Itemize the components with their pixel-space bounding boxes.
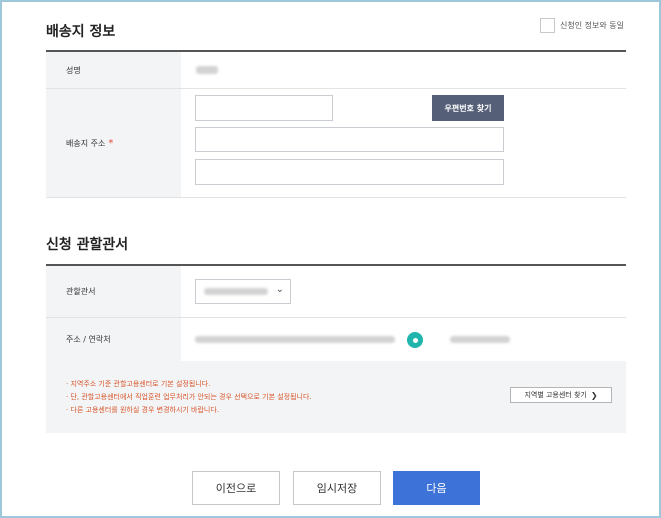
notice-line: · 지역주소 기준 관할고용센터로 기본 설정됩니다. <box>66 380 211 388</box>
required-mark: * <box>108 137 114 149</box>
next-button[interactable]: 다음 <box>393 471 480 505</box>
zipcode-input[interactable] <box>195 95 333 121</box>
zip-search-button[interactable]: 우편번호 찾기 <box>432 95 504 121</box>
office-row: 관할관서 <box>46 266 626 318</box>
notice-line: · 단, 관할고용센터에서 직업훈련 업무처리가 안되는 경우 선택으로 기본 … <box>66 393 312 401</box>
office-select-value-redacted <box>204 288 268 295</box>
shipping-section-title: 배송지 정보 <box>46 24 116 40</box>
same-as-applicant-checkbox[interactable]: 신청인 정보와 동일 <box>540 18 624 33</box>
name-label: 성명 <box>46 52 181 88</box>
office-phone-redacted <box>450 336 510 343</box>
temp-save-button[interactable]: 임시저장 <box>293 471 381 505</box>
name-value-redacted <box>196 66 218 74</box>
region-center-search-label: 지역별 고용센터 찾기 <box>524 391 587 399</box>
checkbox-box[interactable] <box>540 18 555 33</box>
notice-line: · 다른 고용센터를 원하실 경우 변경하시기 바랍니다. <box>66 406 220 414</box>
name-row: 성명 <box>46 52 626 89</box>
address-input[interactable] <box>195 127 504 152</box>
same-as-applicant-label: 신청인 정보와 동일 <box>560 21 624 30</box>
office-select[interactable]: ⌄ <box>195 279 291 304</box>
address-detail-input[interactable] <box>195 159 504 185</box>
office-label: 관할관서 <box>46 266 181 317</box>
address-label-text: 배송지 주소 <box>66 138 106 148</box>
window-frame: 배송지 정보 신청인 정보와 동일 성명 배송지 주소 * 우편번호 찾기 신청… <box>0 0 661 518</box>
office-address-redacted <box>195 336 395 343</box>
office-section-title: 신청 관할관서 <box>46 237 129 253</box>
prev-button[interactable]: 이전으로 <box>192 471 280 505</box>
address-label: 배송지 주소 * <box>46 89 181 197</box>
map-pin-icon[interactable] <box>407 332 423 348</box>
notice-box: · 지역주소 기준 관할고용센터로 기본 설정됩니다. · 단, 관할고용센터에… <box>46 361 626 433</box>
chevron-down-icon: ⌄ <box>275 284 284 295</box>
region-center-search-button[interactable]: 지역별 고용센터 찾기 ❯ <box>510 387 612 403</box>
chevron-right-icon: ❯ <box>590 390 598 400</box>
contact-label: 주소 / 연락처 <box>46 318 181 361</box>
